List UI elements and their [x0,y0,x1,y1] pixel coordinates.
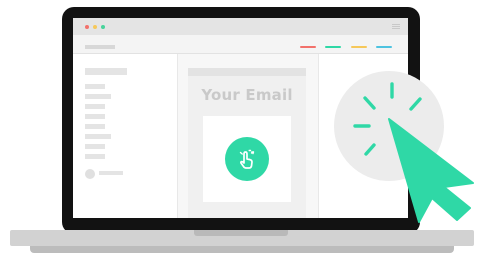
user-name-placeholder [99,171,123,175]
laptop-base-foot [30,246,454,253]
editor-toolbar [73,35,408,54]
color-swatch-red[interactable] [300,46,316,48]
drag-drop-button[interactable] [225,137,269,181]
sidebar [73,54,178,218]
window-maximize-dot[interactable] [101,25,105,29]
sidebar-heading-placeholder [85,68,127,75]
content-block[interactable] [203,116,291,202]
window-titlebar [73,18,408,35]
color-swatch-yellow[interactable] [351,46,367,48]
sidebar-item[interactable] [85,144,105,149]
sidebar-item[interactable] [85,104,105,109]
email-title[interactable]: Your Email [188,86,306,104]
sidebar-item[interactable] [85,114,105,119]
menu-icon[interactable] [392,24,400,29]
avatar[interactable] [85,169,95,179]
sidebar-item[interactable] [85,134,111,139]
email-editor: Your Email [178,54,319,218]
sidebar-item[interactable] [85,94,111,99]
toolbar-title-placeholder [85,45,115,49]
sidebar-item[interactable] [85,124,105,129]
hand-pointer-icon [239,149,255,169]
window-minimize-dot[interactable] [93,25,97,29]
color-swatch-green[interactable] [325,46,341,48]
window-close-dot[interactable] [85,25,89,29]
email-template-card: Your Email [188,68,306,218]
color-swatch-blue[interactable] [376,46,392,48]
email-header-bar [188,68,306,76]
click-highlight [334,71,444,181]
sidebar-item[interactable] [85,154,105,159]
laptop-hinge-notch [194,230,288,236]
sidebar-item[interactable] [85,84,105,89]
